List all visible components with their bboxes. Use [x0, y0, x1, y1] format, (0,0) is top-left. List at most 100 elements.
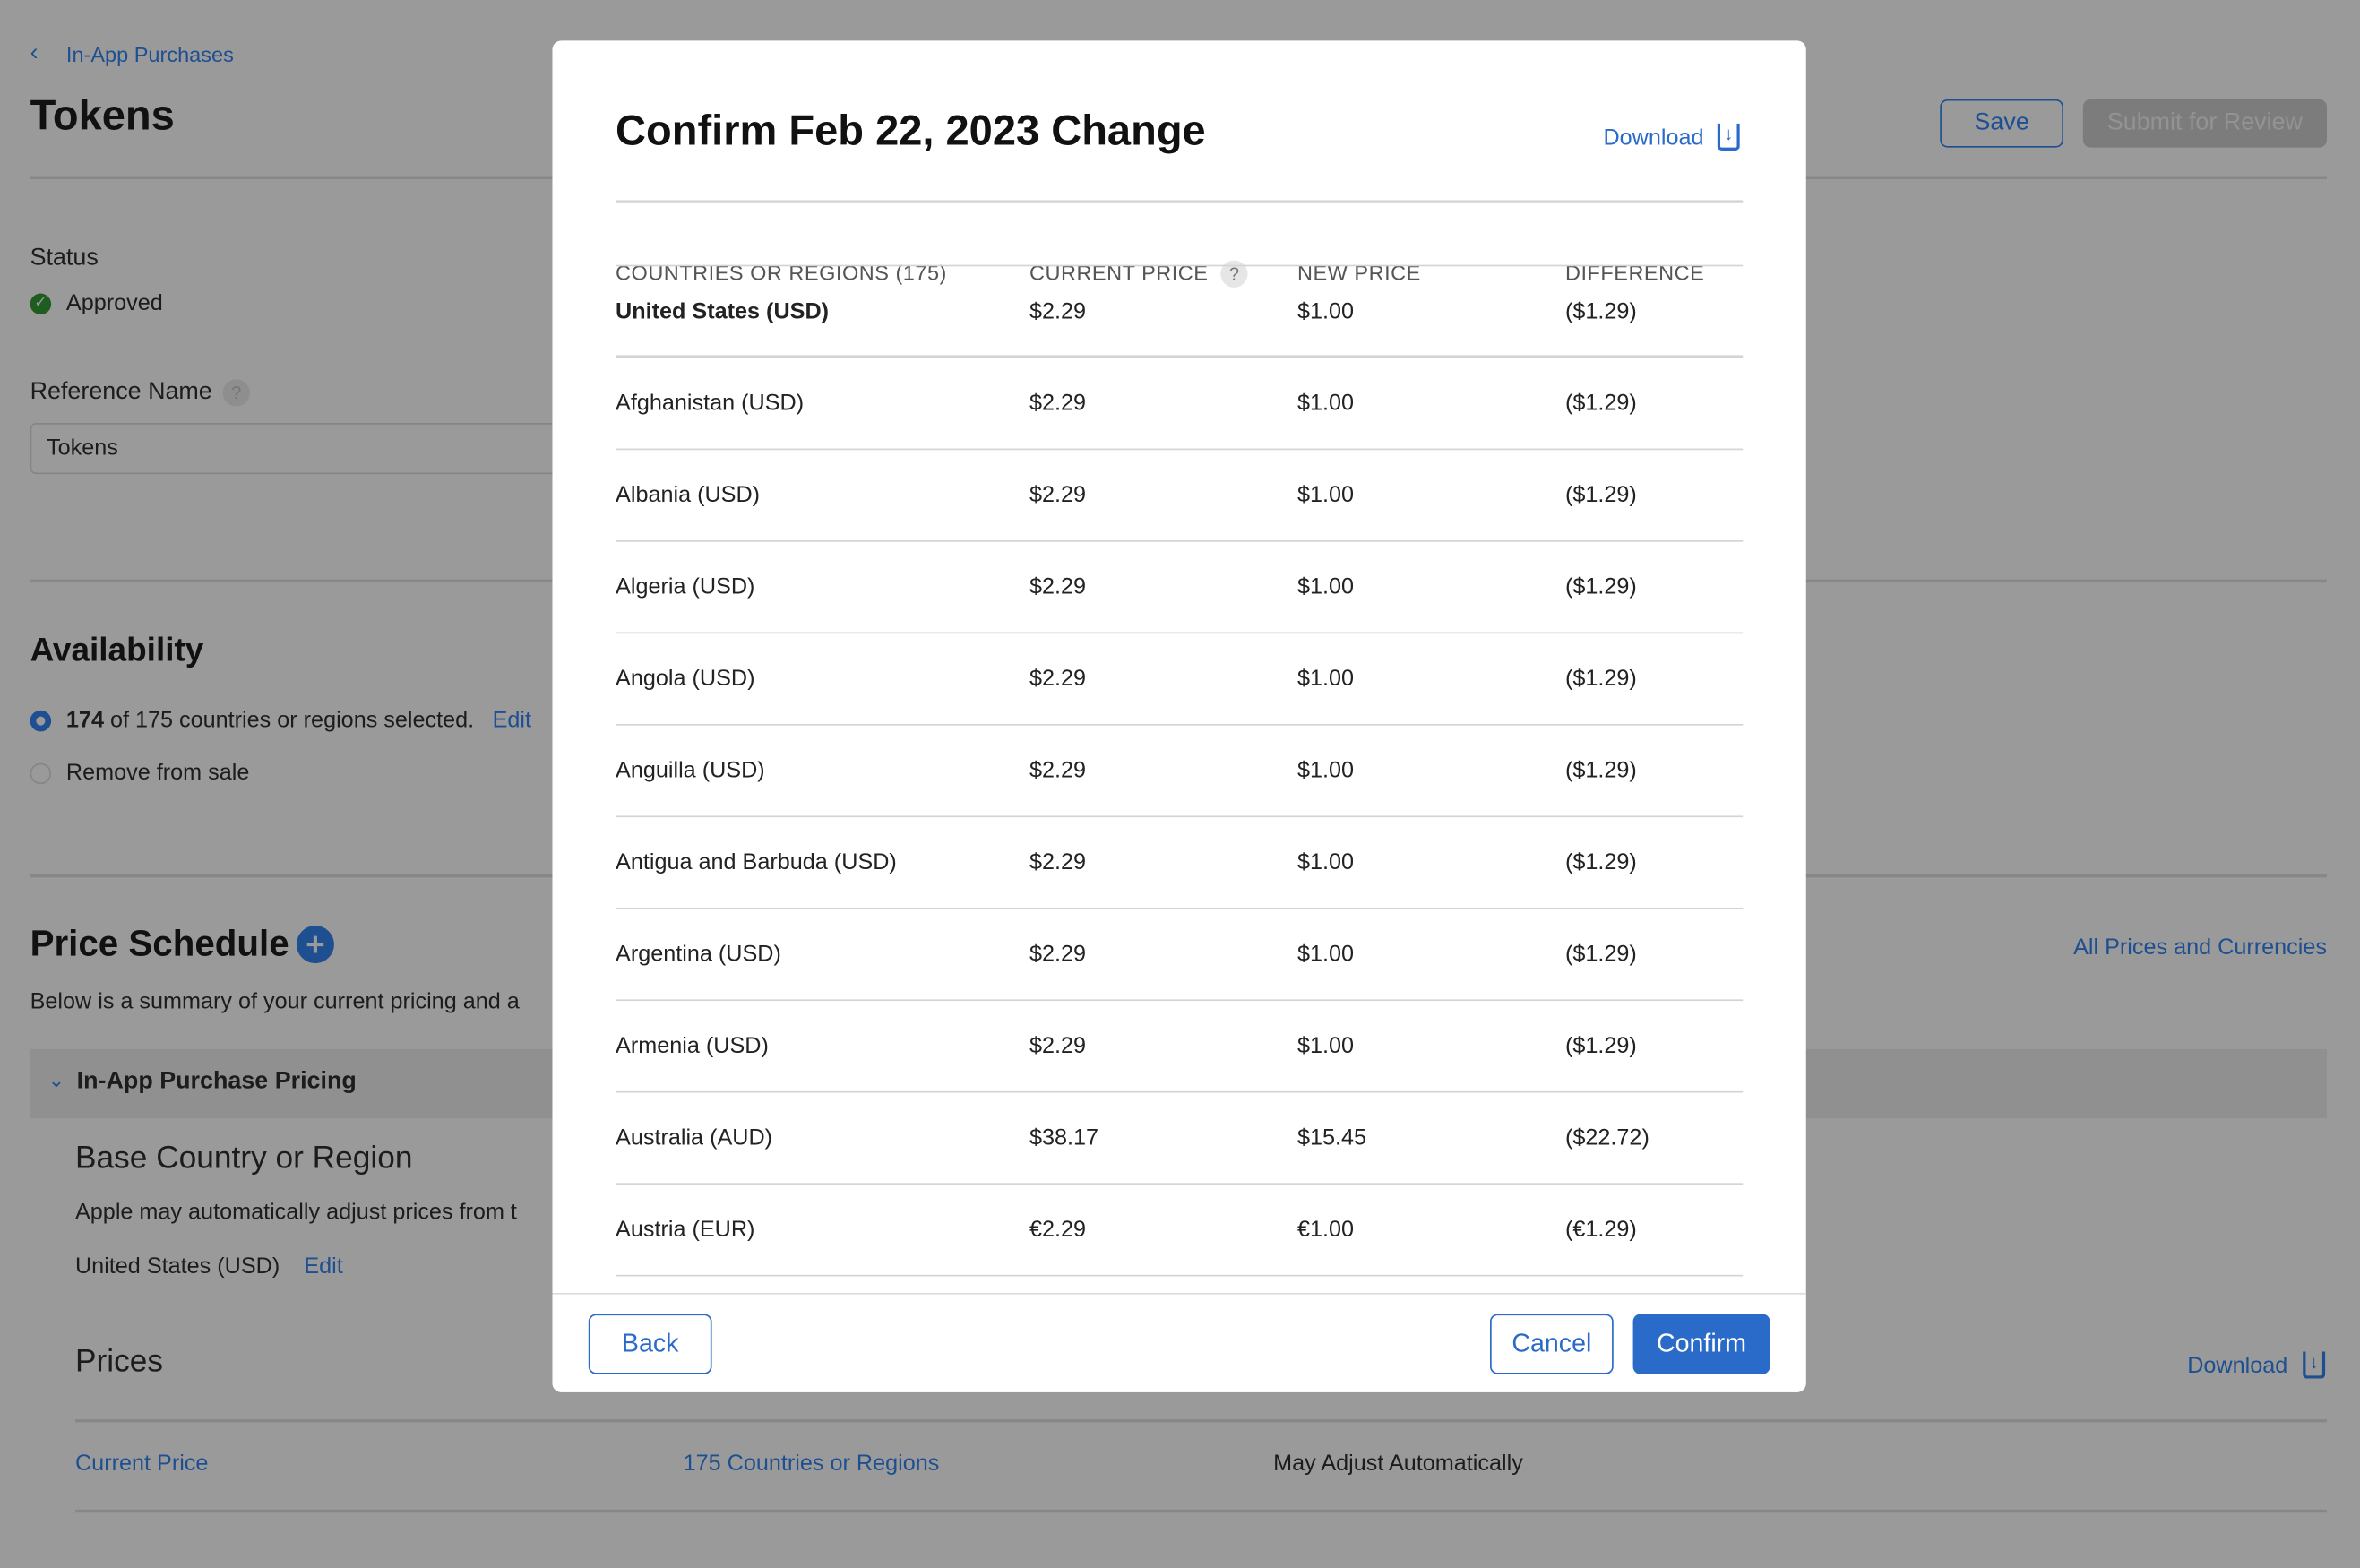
cell-difference: ($1.29) — [1564, 573, 1637, 600]
cell-difference: ($1.29) — [1564, 1033, 1637, 1059]
reference-name-label: Reference Name — [30, 379, 212, 405]
back-button[interactable]: Back — [588, 1314, 712, 1374]
cell-difference: ($1.29) — [1564, 297, 1637, 324]
cell-difference: ($1.29) — [1564, 390, 1637, 417]
table-row: Armenia (USD) $2.29 $1.00 ($1.29) — [616, 1001, 1744, 1093]
availability-count: 174 — [65, 707, 104, 734]
table-row: Albania (USD) $2.29 $1.00 ($1.29) — [616, 450, 1744, 542]
table-row: Algeria (USD) $2.29 $1.00 ($1.29) — [616, 542, 1744, 634]
prices-title: Prices — [74, 1344, 164, 1379]
download-icon[interactable]: ↓ — [1717, 123, 1740, 151]
dialog-footer — [552, 1292, 1806, 1392]
cell-new-price: $1.00 — [1296, 941, 1355, 968]
base-country-description: Apple may automatically adjust prices fr… — [74, 1199, 517, 1226]
cell-country: Antigua and Barbuda (USD) — [616, 849, 897, 875]
base-country-title: Base Country or Region — [74, 1141, 413, 1176]
app-page: ‹ In-App Purchases Tokens Save Submit fo… — [0, 0, 2360, 1568]
cancel-button[interactable]: Cancel — [1490, 1314, 1614, 1374]
countries-link[interactable]: 175 Countries or Regions — [684, 1451, 940, 1477]
cell-country: United States (USD) — [616, 297, 830, 324]
dialog-download-link[interactable]: Download — [1603, 125, 1703, 151]
confirm-change-dialog: Confirm Feb 22, 2023 Change Download ↓ C… — [552, 40, 1806, 1392]
price-schedule-description: Below is a summary of your current prici… — [30, 988, 520, 1015]
table-row: Angola (USD) $2.29 $1.00 ($1.29) — [616, 633, 1744, 726]
cell-country: Argentina (USD) — [616, 941, 781, 968]
pricing-section-title[interactable]: In-App Purchase Pricing — [77, 1069, 357, 1096]
cell-difference: ($1.29) — [1564, 757, 1637, 784]
chevron-down-icon[interactable]: ⌄ — [48, 1069, 65, 1093]
submit-for-review-button[interactable]: Submit for Review — [2082, 99, 2327, 148]
reference-name-input[interactable]: Tokens — [30, 423, 633, 475]
cell-country: Armenia (USD) — [616, 1033, 769, 1059]
cell-current-price: $2.29 — [1029, 849, 1087, 875]
cell-difference: (€1.29) — [1564, 1217, 1637, 1243]
cell-new-price: $15.45 — [1296, 1124, 1367, 1151]
cell-country: Austria (EUR) — [616, 1217, 755, 1243]
availability-text: of 175 countries or regions selected. — [109, 707, 475, 734]
cell-current-price: $2.29 — [1029, 482, 1087, 508]
radio-selected[interactable] — [30, 710, 52, 732]
cell-new-price: $1.00 — [1296, 757, 1355, 784]
prices-download-link[interactable]: Download — [2187, 1353, 2287, 1379]
cell-current-price: $2.29 — [1029, 573, 1087, 600]
cell-country: Albania (USD) — [616, 482, 761, 508]
base-country-edit-link[interactable]: Edit — [304, 1254, 342, 1279]
cell-difference: ($1.29) — [1564, 482, 1637, 508]
check-circle-icon: ✓ — [30, 293, 52, 315]
cell-current-price: $2.29 — [1029, 1033, 1087, 1059]
table-row: Afghanistan (USD) $2.29 $1.00 ($1.29) — [616, 358, 1744, 451]
cell-new-price: $1.00 — [1296, 297, 1355, 324]
cell-difference: ($22.72) — [1564, 1124, 1649, 1151]
divider — [74, 1509, 2327, 1513]
page-title: Tokens — [30, 91, 175, 139]
status-badge: Approved — [65, 290, 163, 316]
divider — [74, 1419, 2327, 1423]
table-top-border — [616, 200, 1744, 203]
cell-country: Algeria (USD) — [616, 573, 755, 600]
table-row: United States (USD) $2.29 $1.00 ($1.29) — [616, 266, 1744, 358]
radio-unselected[interactable] — [30, 762, 52, 785]
cell-new-price: $1.00 — [1296, 849, 1355, 875]
cell-country: Australia (AUD) — [616, 1124, 773, 1151]
cell-new-price: $1.00 — [1296, 482, 1355, 508]
breadcrumb[interactable]: In-App Purchases — [66, 42, 234, 66]
cell-current-price: $2.29 — [1029, 297, 1087, 324]
table-row: Anguilla (USD) $2.29 $1.00 ($1.29) — [616, 726, 1744, 818]
cell-difference: ($1.29) — [1564, 849, 1637, 875]
status-label: Status — [30, 245, 99, 271]
table-row: Australia (AUD) $38.17 $15.45 ($22.72) — [616, 1093, 1744, 1185]
confirm-button[interactable]: Confirm — [1632, 1314, 1770, 1374]
cell-current-price: $2.29 — [1029, 757, 1087, 784]
current-price-link[interactable]: Current Price — [75, 1451, 208, 1477]
all-prices-link[interactable]: All Prices and Currencies — [2073, 935, 2327, 961]
price-schedule-title: Price Schedule — [30, 924, 289, 965]
cell-new-price: $1.00 — [1296, 1033, 1355, 1059]
cell-current-price: $2.29 — [1029, 390, 1087, 417]
cell-new-price: $1.00 — [1296, 666, 1355, 692]
dialog-title: Confirm Feb 22, 2023 Change — [616, 107, 1206, 154]
add-price-icon[interactable]: + — [296, 926, 334, 964]
cell-difference: ($1.29) — [1564, 666, 1637, 692]
table-row: Antigua and Barbuda (USD) $2.29 $1.00 ($1.2… — [616, 817, 1744, 909]
help-icon[interactable]: ? — [222, 379, 250, 407]
cell-country: Anguilla (USD) — [616, 757, 765, 784]
availability-title: Availability — [30, 630, 204, 668]
download-icon[interactable]: ↓ — [2303, 1351, 2326, 1379]
base-country-value: United States (USD) — [74, 1254, 280, 1279]
cell-new-price: $1.00 — [1296, 390, 1355, 417]
cell-new-price: €1.00 — [1296, 1217, 1355, 1243]
cell-current-price: €2.29 — [1029, 1217, 1087, 1243]
adjust-automatically-text: May Adjust Automatically — [1273, 1451, 1523, 1477]
cell-country: Angola (USD) — [616, 666, 755, 692]
cell-country: Afghanistan (USD) — [616, 390, 805, 417]
availability-edit-link[interactable]: Edit — [493, 708, 531, 734]
save-button[interactable]: Save — [1940, 99, 2064, 148]
table-row: Austria (EUR) €2.29 €1.00 (€1.29) — [616, 1185, 1744, 1277]
remove-from-sale-label[interactable]: Remove from sale — [66, 760, 249, 786]
cell-current-price: $38.17 — [1029, 1124, 1099, 1151]
cell-current-price: $2.29 — [1029, 941, 1087, 968]
chevron-left-icon[interactable]: ‹ — [30, 40, 39, 67]
cell-new-price: $1.00 — [1296, 573, 1355, 600]
cell-difference: ($1.29) — [1564, 941, 1637, 968]
table-row: Argentina (USD) $2.29 $1.00 ($1.29) — [616, 909, 1744, 1002]
